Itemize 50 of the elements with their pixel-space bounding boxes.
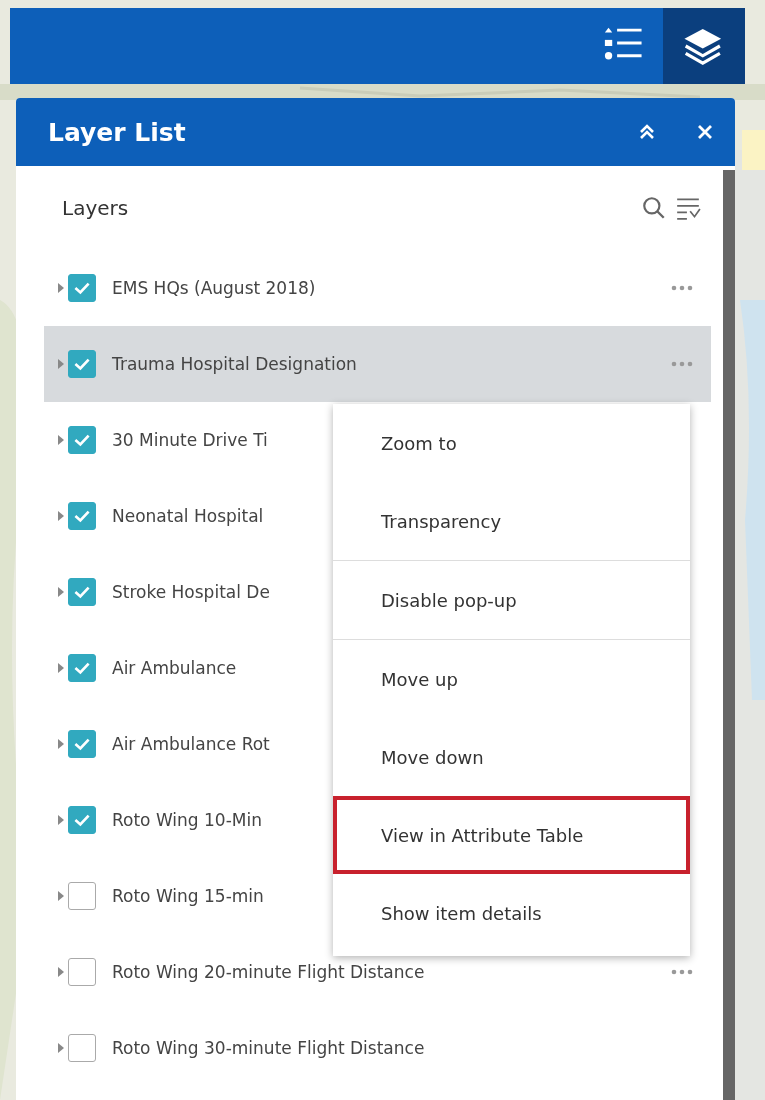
panel-title: Layer List [48,117,186,147]
layer-name[interactable]: Roto Wing 15-min [112,886,264,906]
more-options-icon[interactable] [671,361,693,367]
checkbox[interactable] [68,426,96,454]
checkbox[interactable] [68,350,96,378]
expand-caret-icon[interactable] [58,663,64,673]
checkbox[interactable] [68,502,96,530]
expand-caret-icon[interactable] [58,967,64,977]
expand-caret-icon[interactable] [58,1043,64,1053]
section-title: Layers [62,196,129,220]
checkbox[interactable] [68,882,96,910]
more-options-icon[interactable] [671,285,693,291]
checkbox[interactable] [68,806,96,834]
filter-list-icon[interactable] [675,195,701,221]
layer-name[interactable]: Roto Wing 10-Min [112,810,262,830]
checkbox[interactable] [68,730,96,758]
menu-item[interactable]: Transparency [333,482,690,560]
expand-caret-icon[interactable] [58,815,64,825]
layers-button[interactable] [663,8,745,84]
expand-caret-icon[interactable] [58,511,64,521]
checkbox[interactable] [68,578,96,606]
layer-name[interactable]: Neonatal Hospital [112,506,264,526]
layer-name[interactable]: Air Ambulance Rot [112,734,270,754]
checkbox[interactable] [68,654,96,682]
menu-item[interactable]: Show item details [333,874,690,952]
layer-name[interactable]: Roto Wing 20-minute Flight Distance [112,962,425,982]
menu-item[interactable]: Move up [333,640,690,718]
scroll-bar[interactable] [723,170,735,1100]
layer-name[interactable]: Trauma Hospital Designation [112,354,357,374]
expand-caret-icon[interactable] [58,359,64,369]
expand-caret-icon[interactable] [58,891,64,901]
expand-caret-icon[interactable] [58,435,64,445]
layer-name[interactable]: Roto Wing 30-minute Flight Distance [112,1038,425,1058]
menu-item[interactable]: Zoom to [333,404,690,482]
expand-caret-icon[interactable] [58,283,64,293]
layer-name[interactable]: EMS HQs (August 2018) [112,278,316,298]
expand-caret-icon[interactable] [58,587,64,597]
checkbox[interactable] [68,958,96,986]
layer-name[interactable]: Stroke Hospital De [112,582,270,602]
layer-row[interactable]: Trauma Hospital Designation [44,326,711,402]
layer-name[interactable]: 30 Minute Drive Ti [112,430,268,450]
menu-item[interactable]: Disable pop-up [333,561,690,639]
checkbox[interactable] [68,1034,96,1062]
more-options-icon[interactable] [671,969,693,975]
menu-item[interactable]: View in Attribute Table [333,796,690,874]
menu-item[interactable]: Move down [333,718,690,796]
search-icon[interactable] [641,195,667,221]
layer-name[interactable]: Air Ambulance [112,658,237,678]
checkbox[interactable] [68,274,96,302]
expand-caret-icon[interactable] [58,739,64,749]
